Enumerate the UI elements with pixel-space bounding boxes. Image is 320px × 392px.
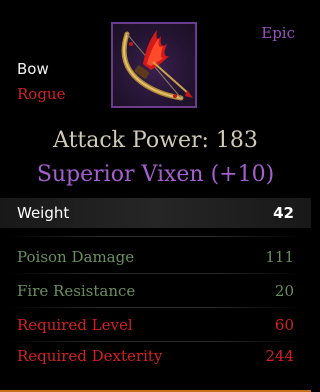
stat-value: 20 [274, 282, 294, 300]
stat-value: 60 [274, 316, 294, 334]
item-name: Superior Vixen (+10) [36, 162, 275, 187]
item-class: Rogue [17, 85, 66, 103]
item-type: Bow [17, 60, 49, 78]
stat-row-required-level: Required Level 60 [0, 311, 311, 339]
bow-icon [121, 30, 193, 101]
divider [8, 307, 303, 308]
stat-row-required-dexterity: Required Dexterity 244 [0, 342, 311, 370]
item-icon-frame[interactable] [111, 22, 197, 108]
weight-row: Weight 42 [0, 198, 311, 228]
stat-value: 244 [265, 347, 294, 365]
attack-power: Attack Power: 183 [53, 128, 258, 153]
stat-label: Required Dexterity [17, 347, 163, 365]
stat-label: Poison Damage [17, 248, 135, 266]
item-tooltip: Epic Bow Rogue Attack Power: 183 Superio… [0, 0, 311, 392]
divider [8, 236, 303, 237]
stat-label: Fire Resistance [17, 282, 136, 300]
weight-label: Weight [17, 204, 70, 222]
stat-label: Required Level [17, 316, 133, 334]
stat-row-poison-damage: Poison Damage 111 [0, 243, 311, 271]
stat-row-fire-resistance: Fire Resistance 20 [0, 277, 311, 305]
stat-value: 111 [265, 248, 294, 266]
weight-value: 42 [273, 204, 294, 222]
divider [8, 273, 303, 274]
item-rarity: Epic [261, 24, 295, 42]
